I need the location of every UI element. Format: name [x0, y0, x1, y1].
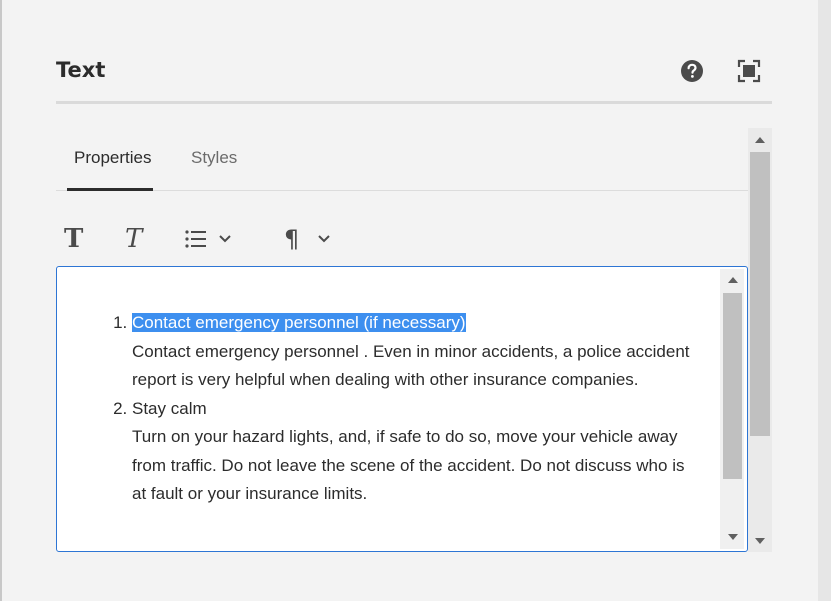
list-item-body: Contact emergency personnel . Even in mi… — [132, 341, 690, 390]
paragraph-format-button[interactable]: ¶ — [284, 224, 331, 254]
numbered-list: Contact emergency personnel (if necessar… — [57, 309, 697, 509]
help-button[interactable] — [678, 57, 706, 85]
editor-content[interactable]: Contact emergency personnel (if necessar… — [57, 309, 697, 509]
list-icon — [185, 230, 206, 248]
list-item: Contact emergency personnel (if necessar… — [132, 309, 697, 395]
rich-text-editor[interactable]: Contact emergency personnel (if necessar… — [56, 266, 748, 552]
list-button[interactable] — [184, 224, 232, 254]
title-divider — [56, 101, 772, 104]
dialog-title: Text — [56, 58, 106, 82]
tab-properties[interactable]: Properties — [74, 148, 151, 168]
italic-button[interactable]: T — [125, 224, 142, 254]
background-page-strip — [818, 0, 831, 601]
paragraph-icon: ¶ — [284, 225, 300, 253]
help-circle-icon — [681, 60, 703, 82]
tab-styles[interactable]: Styles — [191, 148, 237, 168]
fullscreen-button[interactable] — [735, 57, 763, 85]
editor-scrollbar-thumb[interactable] — [723, 293, 742, 479]
editor-scroll-down-icon[interactable] — [728, 534, 738, 540]
italic-icon: T — [125, 224, 143, 254]
dialog-scroll-down-icon[interactable] — [755, 538, 765, 544]
list-item-body: Turn on your hazard lights, and, if safe… — [132, 427, 685, 503]
list-item-heading-selected[interactable]: Contact emergency personnel (if necessar… — [132, 313, 466, 332]
bold-button[interactable]: T — [64, 224, 83, 254]
editor-scroll-up-icon[interactable] — [728, 277, 738, 283]
active-tab-indicator — [67, 188, 153, 191]
tabs-divider — [56, 190, 748, 191]
list-item: Stay calm Turn on your hazard lights, an… — [132, 395, 697, 509]
fullscreen-icon — [737, 59, 761, 83]
chevron-down-icon — [318, 235, 330, 243]
dialog-scroll-up-icon[interactable] — [755, 137, 765, 143]
text-dialog: Text Properties Styles T T ¶ 1. Contact … — [2, 0, 818, 601]
list-item-heading: Stay calm — [132, 398, 207, 418]
chevron-down-icon — [219, 235, 231, 243]
dialog-scrollbar-thumb[interactable] — [750, 152, 770, 436]
bold-icon: T — [64, 224, 84, 254]
